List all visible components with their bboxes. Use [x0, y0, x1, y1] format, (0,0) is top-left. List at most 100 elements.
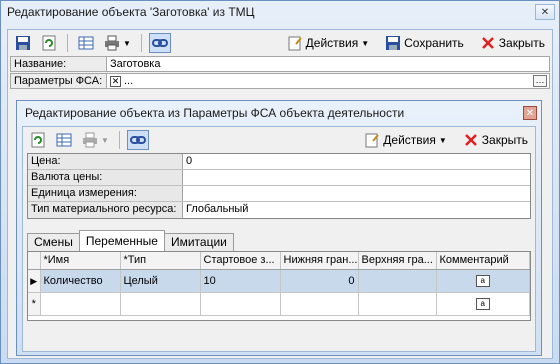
cell-low[interactable]	[280, 292, 359, 316]
save-icon-button[interactable]	[12, 33, 34, 53]
link-icon	[151, 39, 168, 47]
cell-high[interactable]	[358, 292, 437, 316]
inner-toolbar: ▼ Действия ▼ Закрыть	[23, 127, 535, 153]
column-header-type[interactable]: *Тип	[120, 252, 201, 270]
chevron-down-icon: ▼	[101, 135, 109, 145]
close-label: Закрыть	[481, 133, 528, 147]
currency-row: Валюта цены:	[28, 170, 530, 186]
table-icon	[56, 133, 72, 147]
cell-start[interactable]	[200, 292, 281, 316]
row-indicator-header	[28, 252, 41, 270]
table-header-row: *Имя *Тип Стартовое з... Нижняя гран... …	[28, 252, 530, 270]
close-label: Закрыть	[498, 36, 545, 50]
column-header-low[interactable]: Нижняя гран...	[280, 252, 359, 270]
currency-label: Валюта цены:	[28, 170, 183, 185]
actions-label: Действия	[383, 133, 436, 147]
actions-icon	[365, 133, 380, 148]
table-icon-button[interactable]	[75, 33, 97, 53]
tab-variables[interactable]: Переменные	[78, 230, 165, 251]
column-header-name[interactable]: *Имя	[40, 252, 121, 270]
column-header-start[interactable]: Стартовое з...	[200, 252, 281, 270]
cell-low[interactable]: 0	[280, 269, 359, 293]
outer-toolbar: ▼ Действия ▼ Сохранить Закрыть	[8, 30, 552, 56]
save-label: Сохранить	[404, 36, 464, 50]
refresh-icon-button[interactable]	[27, 130, 49, 150]
cell-name[interactable]: Количество	[40, 269, 121, 293]
unit-row: Единица измерения:	[28, 186, 530, 202]
table-row-new[interactable]: * a	[28, 292, 530, 316]
close-button[interactable]: Закрыть	[460, 130, 531, 150]
inner-close-window-button[interactable]: ✕	[523, 106, 537, 120]
name-field-label: Название:	[11, 57, 107, 71]
outer-toolbar-right: Действия ▼ Сохранить Закрыть	[284, 33, 548, 53]
name-field[interactable]: Заготовка	[107, 57, 549, 71]
outer-titlebar: Редактирование объекта 'Заготовка' из ТМ…	[1, 1, 559, 23]
tab-shifts[interactable]: Смены	[27, 233, 80, 251]
close-button[interactable]: Закрыть	[477, 33, 548, 53]
fsa-params-label: Параметры ФСА:	[11, 74, 107, 88]
print-button[interactable]: ▼	[79, 130, 112, 150]
fsa-params-row: Параметры ФСА: ✕ ... …	[10, 73, 550, 89]
cell-comment[interactable]: a	[436, 292, 530, 316]
select-more-button[interactable]: …	[533, 75, 547, 87]
new-row-marker: *	[28, 292, 41, 316]
cell-start[interactable]: 10	[200, 269, 281, 293]
clear-icon[interactable]: ✕	[110, 75, 121, 87]
table-row[interactable]: ▶ Количество Целый 10 0 a	[28, 269, 530, 293]
tab-bar: Смены Переменные Имитации	[27, 230, 531, 251]
refresh-icon	[42, 35, 56, 51]
price-field[interactable]: 0	[183, 154, 530, 169]
variables-grid: *Имя *Тип Стартовое з... Нижняя гран... …	[27, 251, 531, 321]
save-icon	[16, 36, 30, 50]
outer-title: Редактирование объекта 'Заготовка' из ТМ…	[7, 5, 255, 19]
toolbar-separator	[67, 34, 68, 52]
actions-menu-button[interactable]: Действия ▼	[284, 33, 373, 53]
inner-toolbar-right: Действия ▼ Закрыть	[361, 130, 531, 150]
cell-comment[interactable]: a	[436, 269, 530, 293]
inner-title: Редактирование объекта из Параметры ФСА …	[25, 106, 405, 120]
actions-menu-button[interactable]: Действия ▼	[361, 130, 450, 150]
cell-high[interactable]	[358, 269, 437, 293]
actions-icon	[288, 36, 302, 51]
inner-window: Редактирование объекта из Параметры ФСА …	[16, 100, 542, 356]
column-header-high[interactable]: Верхняя гра...	[358, 252, 437, 270]
inner-form: Цена: 0 Валюта цены: Единица измерения: …	[27, 153, 531, 219]
actions-label: Действия	[305, 36, 359, 50]
cell-type[interactable]: Целый	[120, 269, 201, 293]
table-icon-button[interactable]	[53, 130, 75, 150]
link-toggle-button[interactable]	[148, 33, 171, 53]
link-toggle-button[interactable]	[126, 130, 149, 150]
resource-type-row: Тип материального ресурса: Глобальный	[28, 202, 530, 218]
tab-imitations[interactable]: Имитации	[163, 233, 234, 251]
currency-field[interactable]	[183, 170, 530, 185]
unit-field[interactable]	[183, 186, 530, 201]
column-header-comment[interactable]: Комментарий	[436, 252, 530, 270]
variables-table: *Имя *Тип Стартовое з... Нижняя гран... …	[28, 252, 530, 316]
printer-icon	[83, 132, 97, 148]
toolbar-separator	[140, 34, 142, 52]
table-icon	[78, 36, 94, 50]
chevron-down-icon: ▼	[438, 135, 447, 145]
comment-icon[interactable]: a	[475, 275, 490, 287]
inner-titlebar: Редактирование объекта из Параметры ФСА …	[17, 101, 541, 125]
cell-type[interactable]	[120, 292, 201, 316]
printer-icon	[105, 35, 119, 51]
refresh-icon-button[interactable]	[38, 33, 60, 53]
cell-name[interactable]	[40, 292, 121, 316]
save-button[interactable]: Сохранить	[382, 33, 467, 53]
chevron-down-icon: ▼	[123, 38, 131, 48]
refresh-icon	[31, 132, 45, 148]
resource-type-label: Тип материального ресурса:	[28, 202, 183, 218]
chevron-down-icon: ▼	[361, 38, 370, 48]
fsa-params-field[interactable]: ✕ ... …	[107, 74, 549, 88]
unit-label: Единица измерения:	[28, 186, 183, 201]
resource-type-field[interactable]: Глобальный	[183, 202, 530, 218]
row-current-marker: ▶	[28, 269, 41, 293]
close-icon	[481, 37, 494, 49]
price-row: Цена: 0	[28, 154, 530, 170]
outer-close-window-button[interactable]: ✕	[535, 4, 555, 20]
comment-icon[interactable]: a	[475, 298, 490, 310]
close-icon	[464, 134, 477, 146]
print-button[interactable]: ▼	[101, 33, 134, 53]
name-field-row: Название: Заготовка	[10, 56, 550, 72]
